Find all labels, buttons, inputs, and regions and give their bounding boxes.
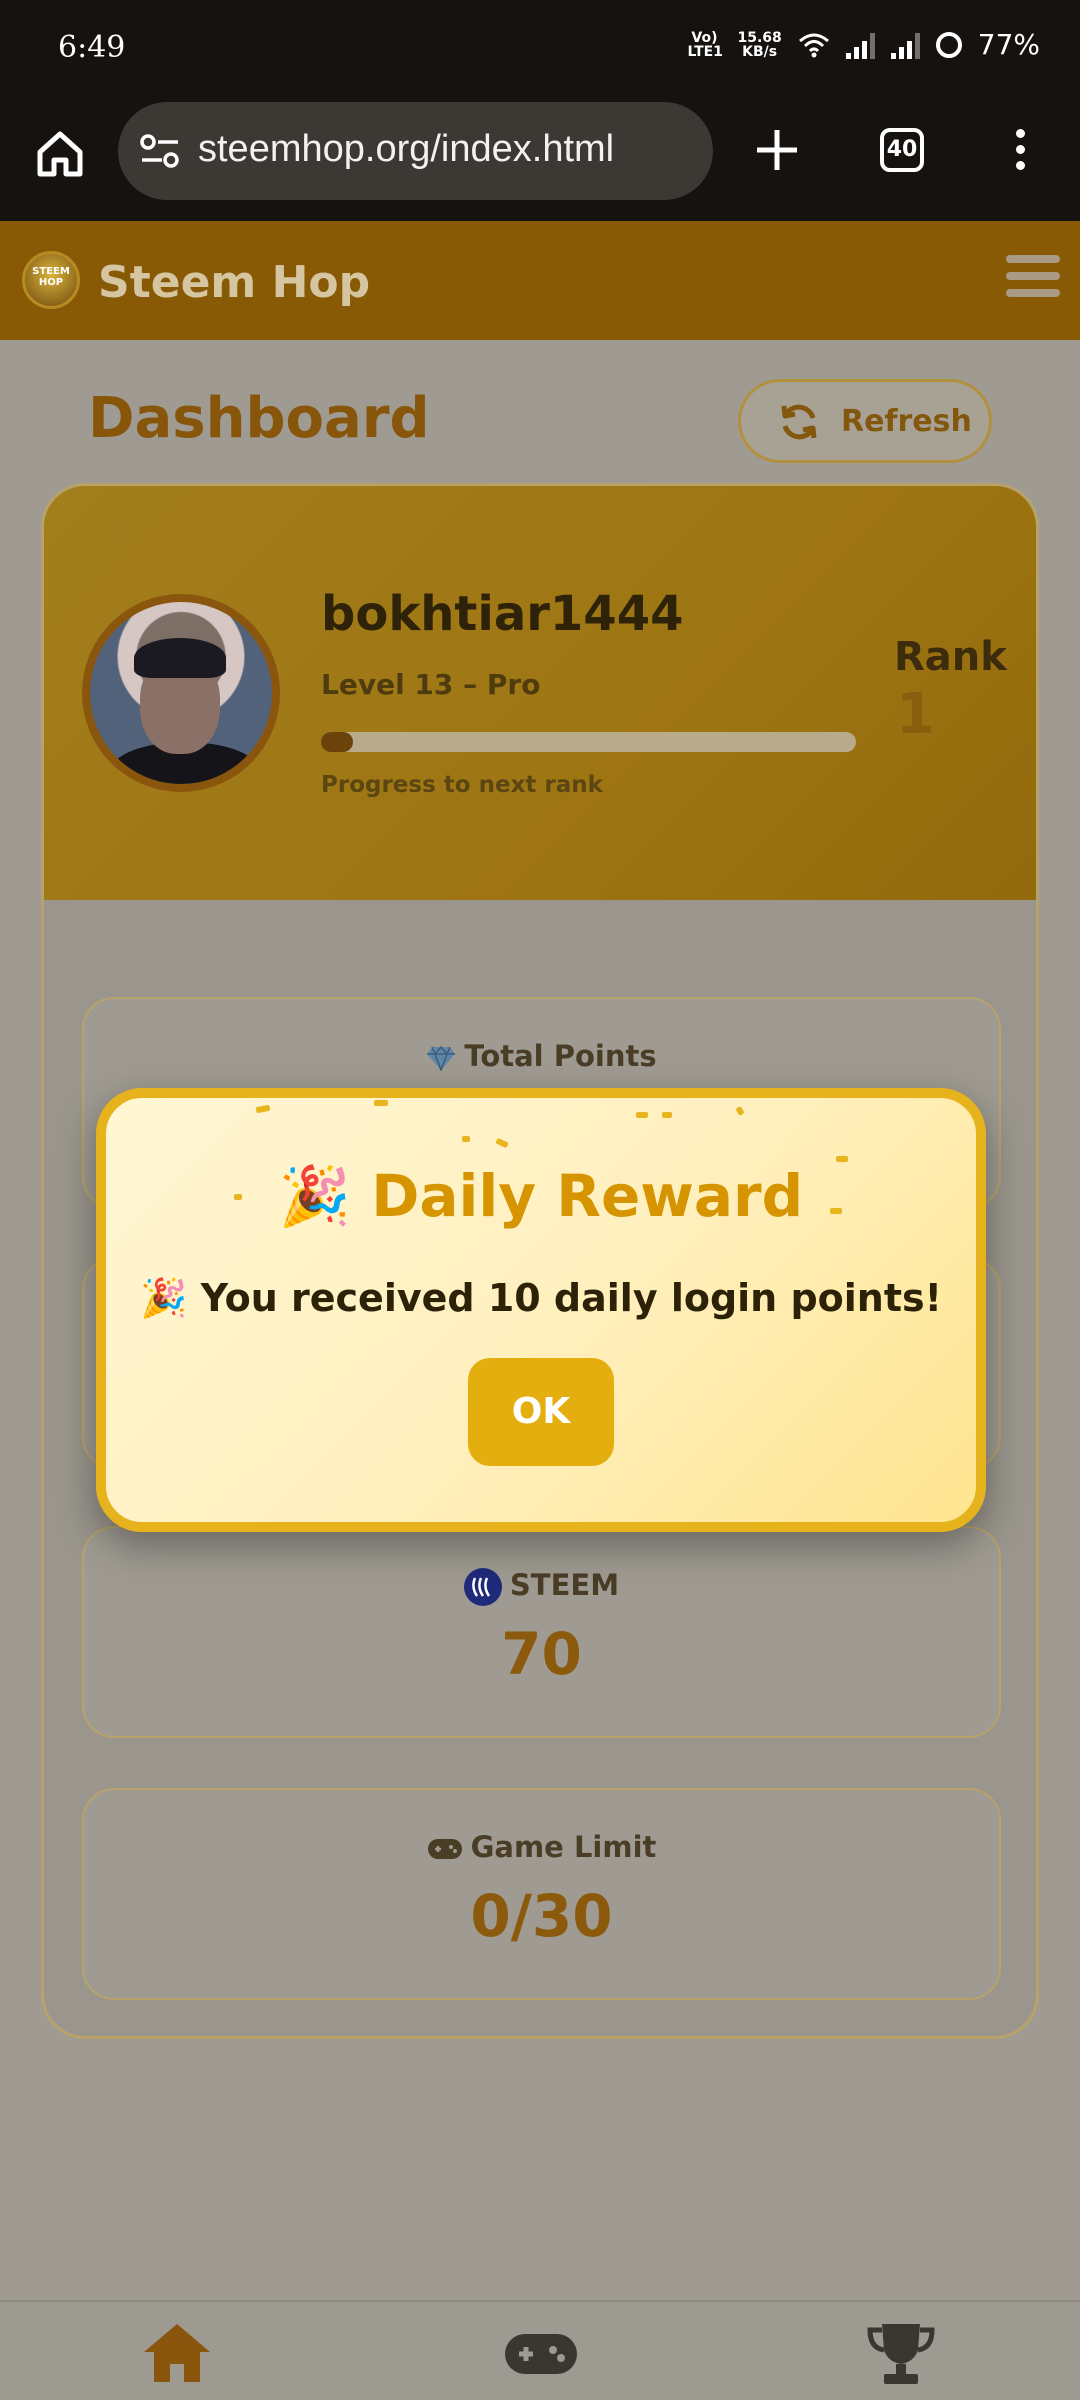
home-nav-icon[interactable] [142, 2320, 212, 2386]
home-icon[interactable] [34, 128, 86, 180]
network-speed-value: 15.68 [737, 29, 782, 46]
party-popper-icon-small: 🎉 [140, 1276, 188, 1320]
url-text: steemhop.org/index.html [198, 128, 615, 170]
confetti-piece [462, 1136, 470, 1142]
game-limit-value: 0/30 [470, 1882, 613, 1950]
hamburger-menu-icon[interactable] [1006, 255, 1060, 305]
steem-label: STEEM [84, 1568, 999, 1606]
signal-icon-2 [890, 31, 920, 59]
browser-toolbar: steemhop.org/index.html 40 [0, 100, 1080, 221]
rank-progress-bar [321, 732, 856, 752]
new-tab-button[interactable] [752, 122, 802, 178]
gamepad-icon [427, 1839, 462, 1859]
party-popper-icon: 🎉 [278, 1162, 352, 1230]
address-bar[interactable]: steemhop.org/index.html [118, 102, 713, 200]
total-points-label: Total Points [84, 1039, 999, 1073]
more-menu-icon[interactable] [1010, 124, 1030, 180]
ok-button[interactable]: OK [468, 1358, 614, 1466]
profile-section: bokhtiar1444 Level 13 – Pro Progress to … [44, 486, 1036, 900]
battery-level: 77% [977, 28, 1040, 61]
tab-switcher-button[interactable]: 40 [880, 128, 924, 172]
modal-message-text: You received 10 daily login points! [200, 1276, 942, 1320]
games-nav-icon[interactable] [503, 2320, 579, 2386]
network-speed-unit: KB/s [742, 43, 778, 60]
refresh-label: Refresh [841, 404, 972, 439]
avatar [82, 594, 280, 792]
site-settings-icon[interactable] [140, 134, 180, 168]
game-limit-text: Game Limit [470, 1830, 657, 1864]
plus-icon [757, 130, 797, 170]
rank-progress-fill [321, 732, 354, 752]
confetti-piece [495, 1137, 509, 1149]
confetti-piece [735, 1106, 745, 1116]
modal-message: 🎉 You received 10 daily login points! [106, 1276, 976, 1321]
confetti-piece [636, 1112, 648, 1118]
signal-icon [845, 31, 875, 59]
status-bar: 6:49 Vo) LTE1 15.68 KB/s 77% [0, 0, 1080, 100]
battery-ring-icon [935, 31, 962, 58]
refresh-icon [781, 404, 817, 440]
steem-hop-logo[interactable]: STEEM HOP [22, 251, 80, 309]
page-title: Dashboard [88, 386, 430, 451]
status-time: 6:49 [58, 30, 126, 65]
steem-text: STEEM [509, 1568, 620, 1602]
brand-name[interactable]: Steem Hop [98, 257, 370, 308]
steem-logo-icon [463, 1568, 502, 1606]
carrier-indicator: Vo) LTE1 [687, 29, 723, 60]
app-header: STEEM HOP Steem Hop [0, 221, 1080, 340]
modal-title-text: Daily Reward [371, 1162, 804, 1230]
gem-icon [427, 1045, 456, 1071]
steem-value: 70 [501, 1620, 582, 1688]
network-speed: 15.68 KB/s [737, 31, 781, 59]
status-icons: Vo) LTE1 15.68 KB/s 77% [687, 28, 1040, 61]
game-limit-card: Game Limit 0/30 [82, 1788, 1001, 2000]
modal-title: 🎉 Daily Reward [106, 1162, 976, 1231]
confetti-piece [374, 1100, 388, 1106]
user-level: Level 13 – Pro [321, 668, 541, 701]
confetti-piece [255, 1104, 271, 1114]
rank-value: 1 [896, 682, 935, 747]
username: bokhtiar1444 [321, 586, 684, 642]
trophy-nav-icon[interactable] [866, 2320, 936, 2386]
bottom-navigation [0, 2300, 1080, 2400]
confetti-piece [662, 1112, 672, 1118]
progress-label: Progress to next rank [321, 772, 603, 798]
daily-reward-modal: 🎉 Daily Reward 🎉 You received 10 daily l… [96, 1088, 986, 1532]
steem-card: STEEM 70 [82, 1526, 1001, 1738]
wifi-icon [798, 33, 829, 57]
rank-label: Rank [894, 634, 1007, 680]
refresh-button[interactable]: Refresh [738, 379, 992, 463]
game-limit-label: Game Limit [84, 1830, 999, 1864]
total-points-text: Total Points [464, 1039, 657, 1073]
